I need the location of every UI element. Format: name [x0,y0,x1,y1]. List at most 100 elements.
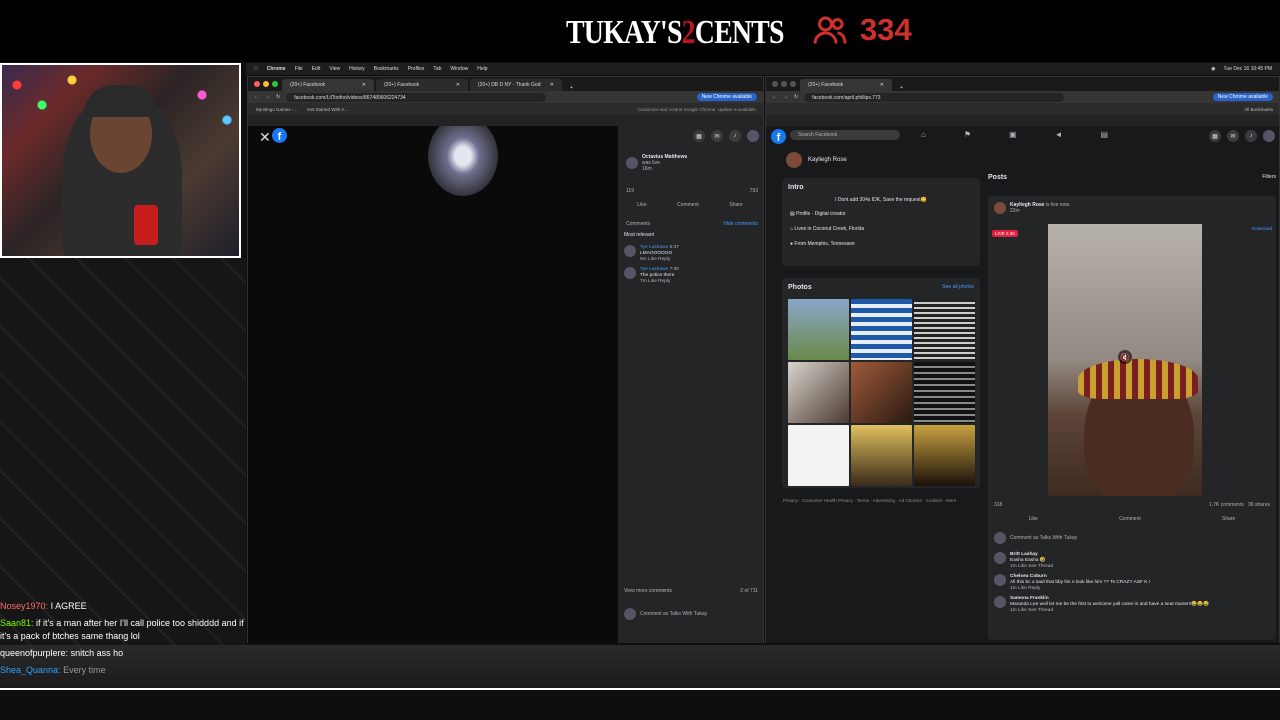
photo-thumbnail[interactable] [851,299,912,360]
forward-icon[interactable]: → [783,94,788,100]
post-author-avatar[interactable] [994,202,1006,214]
menu-window[interactable]: Window [450,66,468,72]
browser-tab[interactable]: (20+) Facebook ✕ [282,79,374,91]
facebook-logo-icon[interactable]: f [272,128,287,143]
address-bar[interactable]: facebook.com/april.phillips.773 [804,92,1065,102]
account-avatar[interactable] [1263,130,1275,142]
zoom-window-button[interactable] [790,81,796,87]
menu-edit[interactable]: Edit [312,66,321,72]
menu-history[interactable]: History [349,66,365,72]
see-all-photos-link[interactable]: See all photos [942,284,974,297]
notifications-icon[interactable]: ♪ [1245,130,1257,142]
all-bookmarks[interactable]: All Bookmarks [1244,107,1273,112]
account-avatar[interactable] [747,130,759,142]
reaction-count[interactable]: 119 [626,188,634,194]
comment-input[interactable]: Comment as Talks With Tukay [640,611,707,617]
hide-comments-link[interactable]: Hide comments [723,221,758,227]
forward-icon[interactable]: → [265,94,270,100]
messenger-icon[interactable]: ✉ [1227,130,1239,142]
photo-grid [788,299,975,486]
reload-icon[interactable]: ↻ [794,94,798,100]
close-window-button[interactable] [254,81,260,87]
close-window-button[interactable] [772,81,778,87]
wifi-icon[interactable]: ◉ [1211,66,1215,72]
photo-thumbnail[interactable] [914,425,975,486]
gaming-icon[interactable]: ▤ [1101,130,1109,139]
like-button[interactable]: Like [637,202,646,208]
bookmark-item[interactable]: My Bingo Games -... [256,107,297,112]
footer-links[interactable]: Privacy · Consumer Health Privacy · Term… [783,498,978,504]
chrome-update-button[interactable]: New Chrome available [696,93,757,101]
menu-view[interactable]: View [329,66,340,72]
search-input[interactable]: Search Facebook [790,130,900,140]
bookmark-item[interactable]: Get Started With A... [307,107,348,112]
commenter-avatar[interactable] [624,245,636,257]
share-button[interactable]: Share [729,202,742,208]
notifications-icon[interactable]: ♪ [729,130,741,142]
ads-icon[interactable]: ◄ [1055,130,1063,139]
menu-grid-icon[interactable]: ▦ [1209,130,1221,142]
commenter-avatar[interactable] [994,596,1006,608]
marketplace-icon[interactable]: ▣ [1009,130,1017,139]
pages-icon[interactable]: ⚑ [964,130,971,139]
chrome-update-button[interactable]: New Chrome available [1212,93,1273,101]
video-sidebar: ▦ ✉ ♪ Octavius Matthews was live. 16m 11… [618,126,763,643]
sort-dropdown[interactable]: Most relevant [624,232,654,238]
muted-icon[interactable]: 🔇 [1118,350,1132,364]
new-tab-button[interactable]: + [894,85,909,91]
download-button[interactable]: Download [1252,226,1272,231]
menu-file[interactable]: File [295,66,303,72]
menu-profiles[interactable]: Profiles [408,66,425,72]
filters-button[interactable]: Filters [1262,174,1276,181]
menu-grid-icon[interactable]: ▦ [693,130,705,142]
address-bar[interactable]: facebook.com/LilToofoo/videos/8674806062… [286,92,547,102]
photo-thumbnail[interactable] [914,299,975,360]
menu-tab[interactable]: Tab [433,66,441,72]
home-icon[interactable]: ⌂ [921,130,926,139]
apple-icon[interactable]:  [254,66,258,72]
comment-input[interactable]: Comment as Talks With Tukay [1010,535,1077,541]
minimize-window-button[interactable] [263,81,269,87]
video-player[interactable] [248,126,618,643]
commenter-avatar[interactable] [994,552,1006,564]
photo-thumbnail[interactable] [851,362,912,423]
commenter-avatar[interactable] [994,574,1006,586]
close-tab-icon[interactable]: ✕ [456,82,460,88]
messenger-icon[interactable]: ✉ [711,130,723,142]
reaction-count[interactable]: 318 [994,502,1002,508]
browser-tab[interactable]: (20+) Facebook ✕ [376,79,468,91]
close-video-icon[interactable]: ✕ [259,129,271,146]
poster-avatar[interactable] [626,157,638,169]
photo-thumbnail[interactable] [788,362,849,423]
menu-chrome[interactable]: Chrome [267,66,286,72]
comment-count[interactable]: 793 [750,188,758,194]
menu-help[interactable]: Help [477,66,487,72]
profile-name[interactable]: Kayliegh Rose [808,157,847,163]
menu-bookmarks[interactable]: Bookmarks [374,66,399,72]
photo-thumbnail[interactable] [851,425,912,486]
facebook-logo-icon[interactable]: f [771,129,786,144]
menubar-clock[interactable]: Tue Dec 16 10:45 PM [1224,66,1272,72]
live-video[interactable]: 🔇 [1048,224,1202,496]
photo-thumbnail[interactable] [788,425,849,486]
reload-icon[interactable]: ↻ [276,94,280,100]
minimize-window-button[interactable] [781,81,787,87]
close-tab-icon[interactable]: ✕ [550,82,554,88]
view-more-comments[interactable]: View more comments [624,588,672,594]
back-icon[interactable]: ← [772,94,777,100]
commenter-avatar[interactable] [624,267,636,279]
close-tab-icon[interactable]: ✕ [880,82,884,88]
back-icon[interactable]: ← [254,94,259,100]
browser-tab[interactable]: (20+) Facebook ✕ [800,79,892,91]
photo-thumbnail[interactable] [914,362,975,423]
browser-tab[interactable]: (20+) DB D NY - Thank God ✕ [470,79,562,91]
close-tab-icon[interactable]: ✕ [362,82,366,88]
zoom-window-button[interactable] [272,81,278,87]
share-button[interactable]: Share [1222,516,1235,522]
comment-button[interactable]: Comment [677,202,699,208]
like-button[interactable]: Like [1029,516,1038,522]
new-tab-button[interactable]: + [564,85,579,91]
comment-button[interactable]: Comment [1119,516,1141,522]
photo-thumbnail[interactable] [788,299,849,360]
profile-avatar[interactable] [786,152,802,168]
